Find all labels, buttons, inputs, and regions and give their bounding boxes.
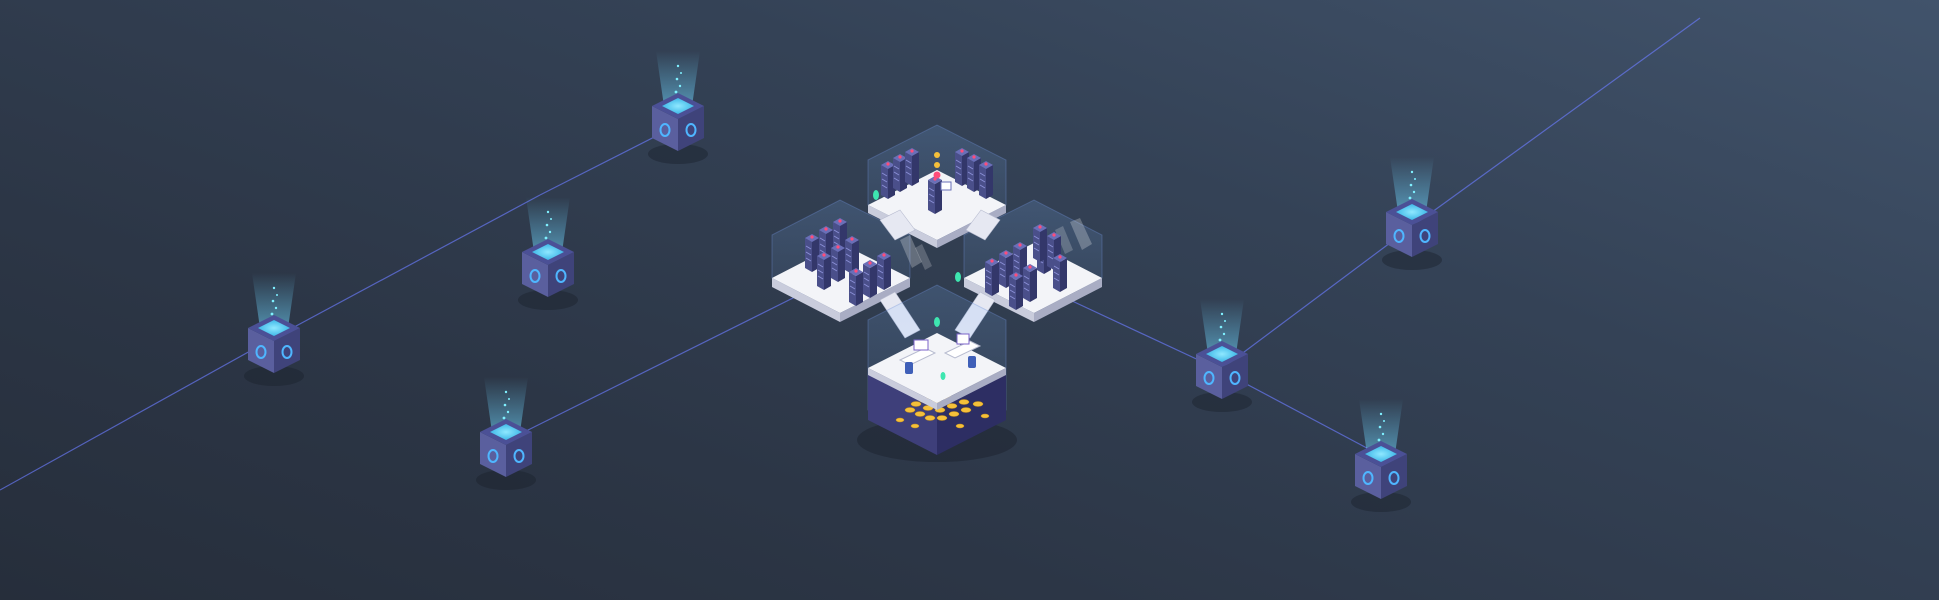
mining-node-5 (1381, 156, 1443, 271)
mining-node-4 (475, 376, 537, 491)
mining-node-7 (1350, 398, 1412, 513)
mining-node-1 (647, 50, 709, 165)
isometric-scene (0, 17, 1701, 513)
mining-node-3 (243, 272, 305, 387)
illustration-canvas (0, 0, 1939, 600)
office-vault-room (867, 284, 1007, 455)
mining-node-2 (517, 196, 579, 311)
mining-node-6 (1191, 298, 1253, 413)
data-center-complex (771, 124, 1103, 462)
